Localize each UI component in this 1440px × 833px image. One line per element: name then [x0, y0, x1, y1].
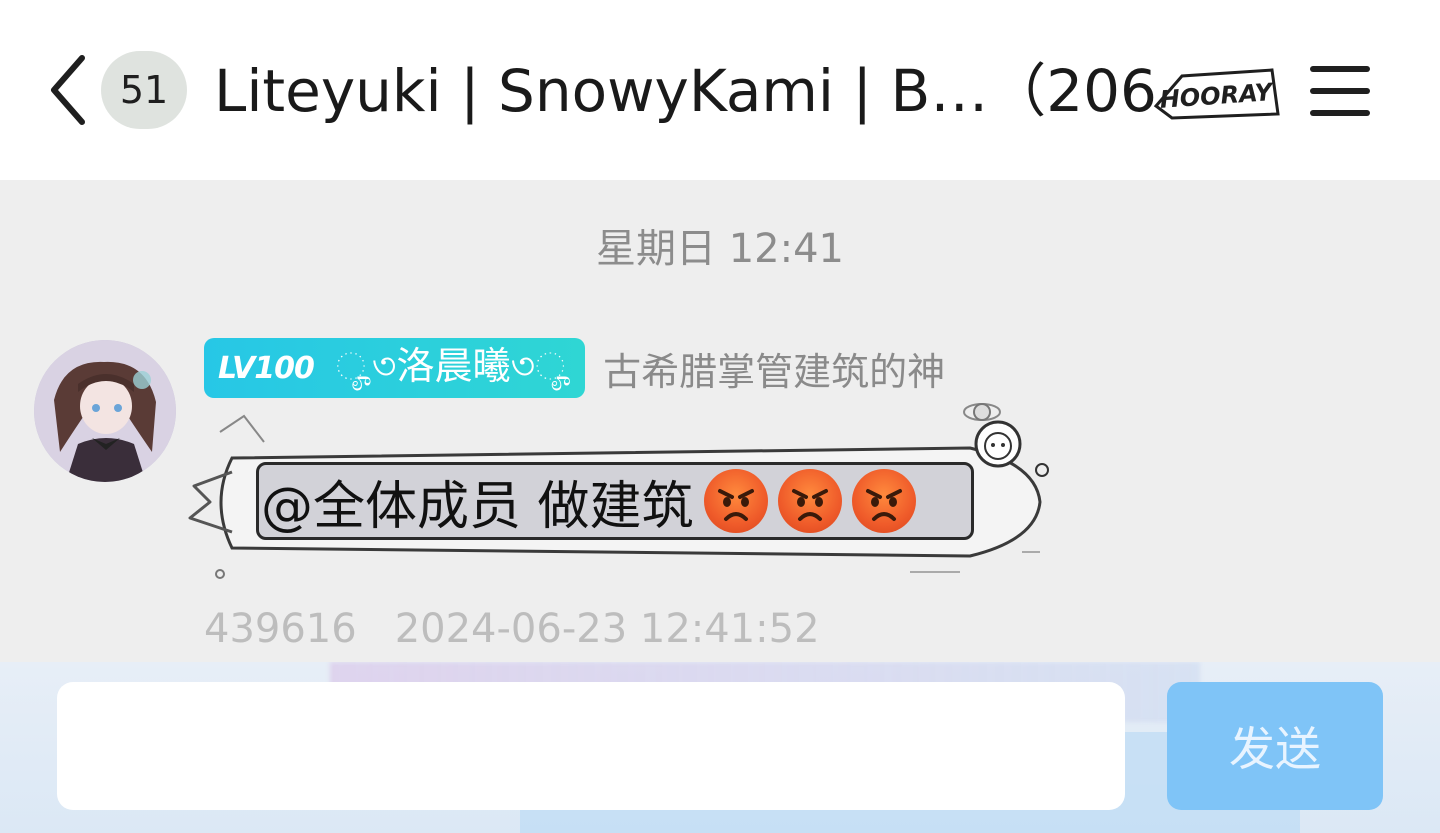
input-bar: 发送 [0, 662, 1440, 833]
sender-row: LV100 ೄ৩洛晨曦৩ೄ 古希腊掌管建筑的神 [204, 338, 945, 398]
message-list[interactable]: 星期日 12:41 LV100 ೄ৩洛晨曦৩ೄ 古希腊掌管建筑的神 @全体成员 … [0, 180, 1440, 662]
level-label: LV100 [218, 350, 315, 386]
chat-title[interactable]: Liteyuki | SnowyKami | B…（206） [214, 52, 1154, 130]
message-timestamp: 2024-06-23 12:41:52 [394, 606, 820, 652]
unread-count-badge[interactable]: 51 [101, 51, 187, 129]
message-bubble-container: @全体成员 做建筑 [180, 402, 1050, 588]
menu-line [1310, 66, 1370, 72]
angry-face-icon [703, 469, 768, 533]
message-text: @全体成员 做建筑 [261, 476, 694, 537]
back-button[interactable] [38, 48, 98, 132]
time-divider: 星期日 12:41 [596, 226, 844, 272]
hooray-badge-icon: HOORAY [1153, 68, 1280, 120]
level-tag[interactable]: LV100 ೄ৩洛晨曦৩ೄ [204, 338, 586, 398]
chevron-left-icon [51, 55, 85, 125]
angry-face-icon [777, 469, 842, 533]
message-input[interactable] [57, 682, 1125, 810]
menu-line [1310, 110, 1370, 116]
message-meta: 439616 2024-06-23 12:41:52 [204, 606, 820, 652]
sender-nickname: ೄ৩洛晨曦৩ೄ [335, 344, 572, 388]
menu-button[interactable] [1304, 60, 1376, 122]
menu-line [1310, 88, 1370, 94]
message-bubble[interactable]: @全体成员 做建筑 [256, 462, 974, 540]
sender-id: 439616 [204, 606, 357, 652]
chat-header: 51 Liteyuki | SnowyKami | B…（206） HOORAY [0, 0, 1440, 180]
member-title: 古希腊掌管建筑的神 [603, 349, 946, 394]
chat-window: 51 Liteyuki | SnowyKami | B…（206） HOORAY… [0, 0, 1440, 833]
avatar[interactable] [34, 340, 176, 482]
send-button[interactable]: 发送 [1167, 682, 1383, 810]
avatar-image [34, 340, 176, 482]
angry-face-icon [851, 469, 916, 533]
